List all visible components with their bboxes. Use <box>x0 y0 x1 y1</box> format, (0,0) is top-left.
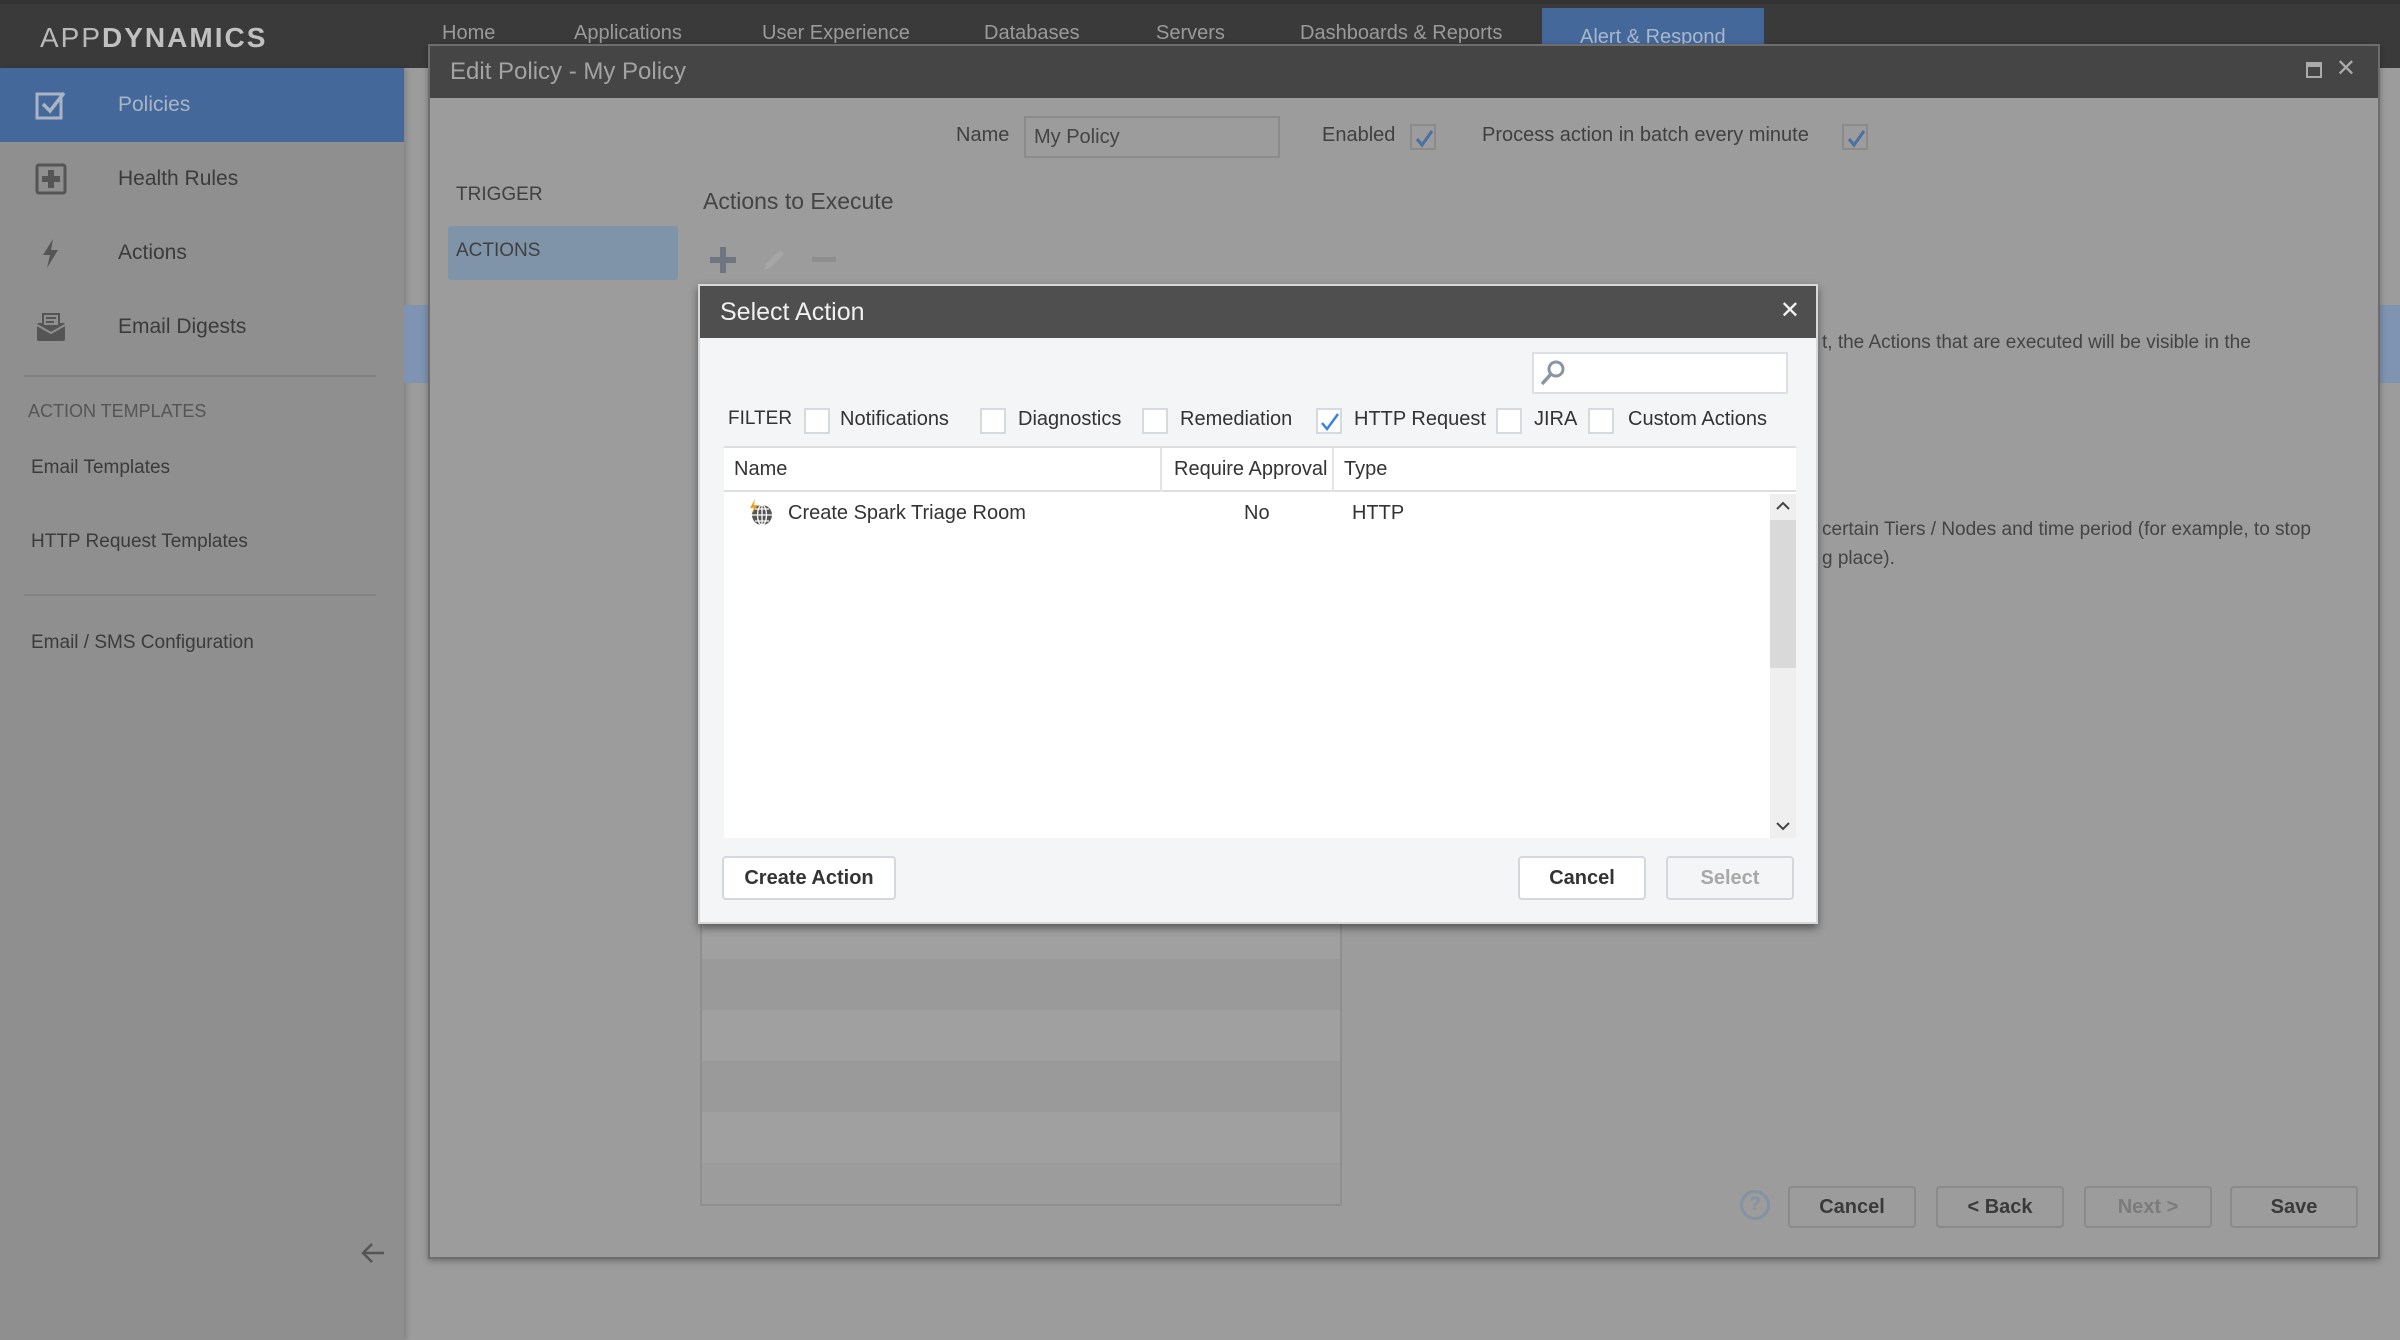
appdynamics-logo: APPDYNAMICS <box>40 22 267 54</box>
mail-open-icon <box>34 310 68 344</box>
column-header-require-approval[interactable]: Require Approval <box>1174 458 1327 481</box>
sidebar: Policies Health Rules Actions Email Dige… <box>0 68 404 1340</box>
plus-square-icon <box>34 162 68 196</box>
create-action-button[interactable]: Create Action <box>722 856 896 900</box>
enabled-checkbox[interactable] <box>1410 124 1436 150</box>
wizard-next-button[interactable]: Next > <box>2084 1186 2212 1228</box>
sidebar-divider <box>24 594 376 596</box>
background-highlight <box>2380 305 2400 383</box>
sidebar-item-email-digests[interactable]: Email Digests <box>0 290 404 364</box>
nav-databases[interactable]: Databases <box>984 22 1080 45</box>
column-separator[interactable] <box>1160 448 1162 492</box>
table-row <box>702 959 1340 1010</box>
close-icon[interactable]: ✕ <box>1780 296 1800 325</box>
nav-applications[interactable]: Applications <box>574 22 682 45</box>
select-action-titlebar: Select Action ✕ <box>700 286 1816 338</box>
sidebar-item-label: Actions <box>118 241 187 264</box>
background-help-text: t, the Actions that are executed will be… <box>1822 332 2251 353</box>
sidebar-item-health-rules[interactable]: Health Rules <box>0 142 404 216</box>
background-help-text: certain Tiers / Nodes and time period (f… <box>1822 519 2311 540</box>
name-label: Name <box>956 124 1010 146</box>
filter-checkbox-notifications[interactable] <box>804 408 830 434</box>
filter-checkbox-diagnostics[interactable] <box>980 408 1006 434</box>
column-header-name[interactable]: Name <box>734 458 787 481</box>
filter-checkbox-http-request[interactable] <box>1316 408 1342 434</box>
cell-require-approval: No <box>1244 502 1270 524</box>
logo-bold-text: DYNAMICS <box>102 22 268 53</box>
filter-checkbox-remediation[interactable] <box>1142 408 1168 434</box>
column-separator[interactable] <box>1332 448 1334 492</box>
step-tab-actions[interactable]: ACTIONS <box>448 226 678 280</box>
cell-name: Create Spark Triage Room <box>788 502 1026 524</box>
wizard-cancel-button[interactable]: Cancel <box>1788 1186 1916 1228</box>
filter-label-remediation: Remediation <box>1180 408 1293 430</box>
pencil-icon[interactable] <box>756 242 790 276</box>
cell-type: HTTP <box>1352 502 1405 524</box>
sidebar-item-label: Health Rules <box>118 167 239 190</box>
actions-grid: Name Require Approval Type Create Spark … <box>724 446 1796 838</box>
filter-label-jira: JIRA <box>1534 408 1578 430</box>
batch-label: Process action in batch every minute <box>1482 124 1809 146</box>
sidebar-divider <box>24 375 376 377</box>
filter-label-notifications: Notifications <box>840 408 949 430</box>
table-row <box>702 1061 1340 1112</box>
sidebar-item-label: Policies <box>118 93 191 116</box>
help-icon[interactable]: ? <box>1740 1190 1770 1220</box>
checkbox-icon <box>34 88 68 122</box>
logo-light-text: APP <box>40 22 103 53</box>
sidebar-link-email-sms-configuration[interactable]: Email / SMS Configuration <box>31 632 254 654</box>
column-header-type[interactable]: Type <box>1344 458 1387 481</box>
minus-icon[interactable] <box>808 242 842 276</box>
sidebar-link-http-request-templates[interactable]: HTTP Request Templates <box>31 531 248 553</box>
sidebar-item-label: Email Digests <box>118 315 247 338</box>
policy-name-input[interactable] <box>1024 116 1280 158</box>
search-input[interactable] <box>1570 356 1780 390</box>
nav-dashboards-reports[interactable]: Dashboards & Reports <box>1300 22 1502 45</box>
filter-checkbox-custom-actions[interactable] <box>1588 408 1614 434</box>
action-templates-heading: ACTION TEMPLATES <box>28 401 207 421</box>
edit-policy-title: Edit Policy - My Policy <box>450 58 687 85</box>
dialog-select-button[interactable]: Select <box>1666 856 1794 900</box>
close-icon[interactable]: ✕ <box>2336 54 2356 83</box>
arrow-left-icon[interactable] <box>358 1238 388 1268</box>
table-row[interactable]: Create Spark Triage Room No HTTP <box>724 494 1772 534</box>
actions-to-execute-heading: Actions to Execute <box>703 188 894 214</box>
select-action-dialog: Select Action ✕ FILTER Notifications Dia… <box>698 284 1818 924</box>
nav-servers[interactable]: Servers <box>1156 22 1225 45</box>
edit-policy-titlebar: Edit Policy - My Policy ✕ <box>430 46 2378 98</box>
nav-user-experience[interactable]: User Experience <box>762 22 910 45</box>
nav-home[interactable]: Home <box>442 22 495 45</box>
filter-label-custom-actions: Custom Actions <box>1628 408 1767 430</box>
chevron-down-icon[interactable] <box>1770 814 1796 838</box>
background-help-text: g place). <box>1822 548 1895 569</box>
filter-label: FILTER <box>728 408 793 429</box>
dialog-cancel-button[interactable]: Cancel <box>1518 856 1646 900</box>
table-row <box>702 1010 1340 1061</box>
vertical-scrollbar[interactable] <box>1770 494 1796 838</box>
lightning-icon <box>34 236 68 270</box>
sidebar-item-actions[interactable]: Actions <box>0 216 404 290</box>
wizard-save-button[interactable]: Save <box>2230 1186 2358 1228</box>
chevron-up-icon[interactable] <box>1770 494 1796 518</box>
enabled-label: Enabled <box>1322 124 1396 146</box>
step-tab-trigger[interactable]: TRIGGER <box>448 170 678 224</box>
filter-label-diagnostics: Diagnostics <box>1018 408 1122 430</box>
select-action-title: Select Action <box>720 298 865 326</box>
filter-checkbox-jira[interactable] <box>1496 408 1522 434</box>
checkmark-icon <box>1321 413 1340 432</box>
filter-label-http-request: HTTP Request <box>1354 408 1486 430</box>
table-row <box>702 1112 1340 1163</box>
wizard-back-button[interactable]: < Back <box>1936 1186 2064 1228</box>
scrollbar-thumb[interactable] <box>1770 520 1796 668</box>
maximize-icon[interactable] <box>2306 62 2322 78</box>
grid-header: Name Require Approval Type <box>724 446 1796 492</box>
batch-checkbox[interactable] <box>1842 124 1868 150</box>
http-action-icon <box>746 498 776 528</box>
search-icon <box>1540 360 1565 386</box>
plus-icon[interactable] <box>706 242 740 276</box>
search-field[interactable] <box>1532 352 1788 394</box>
actions-table <box>700 906 1342 1206</box>
sidebar-link-email-templates[interactable]: Email Templates <box>31 457 170 479</box>
sidebar-item-policies[interactable]: Policies <box>0 68 404 142</box>
